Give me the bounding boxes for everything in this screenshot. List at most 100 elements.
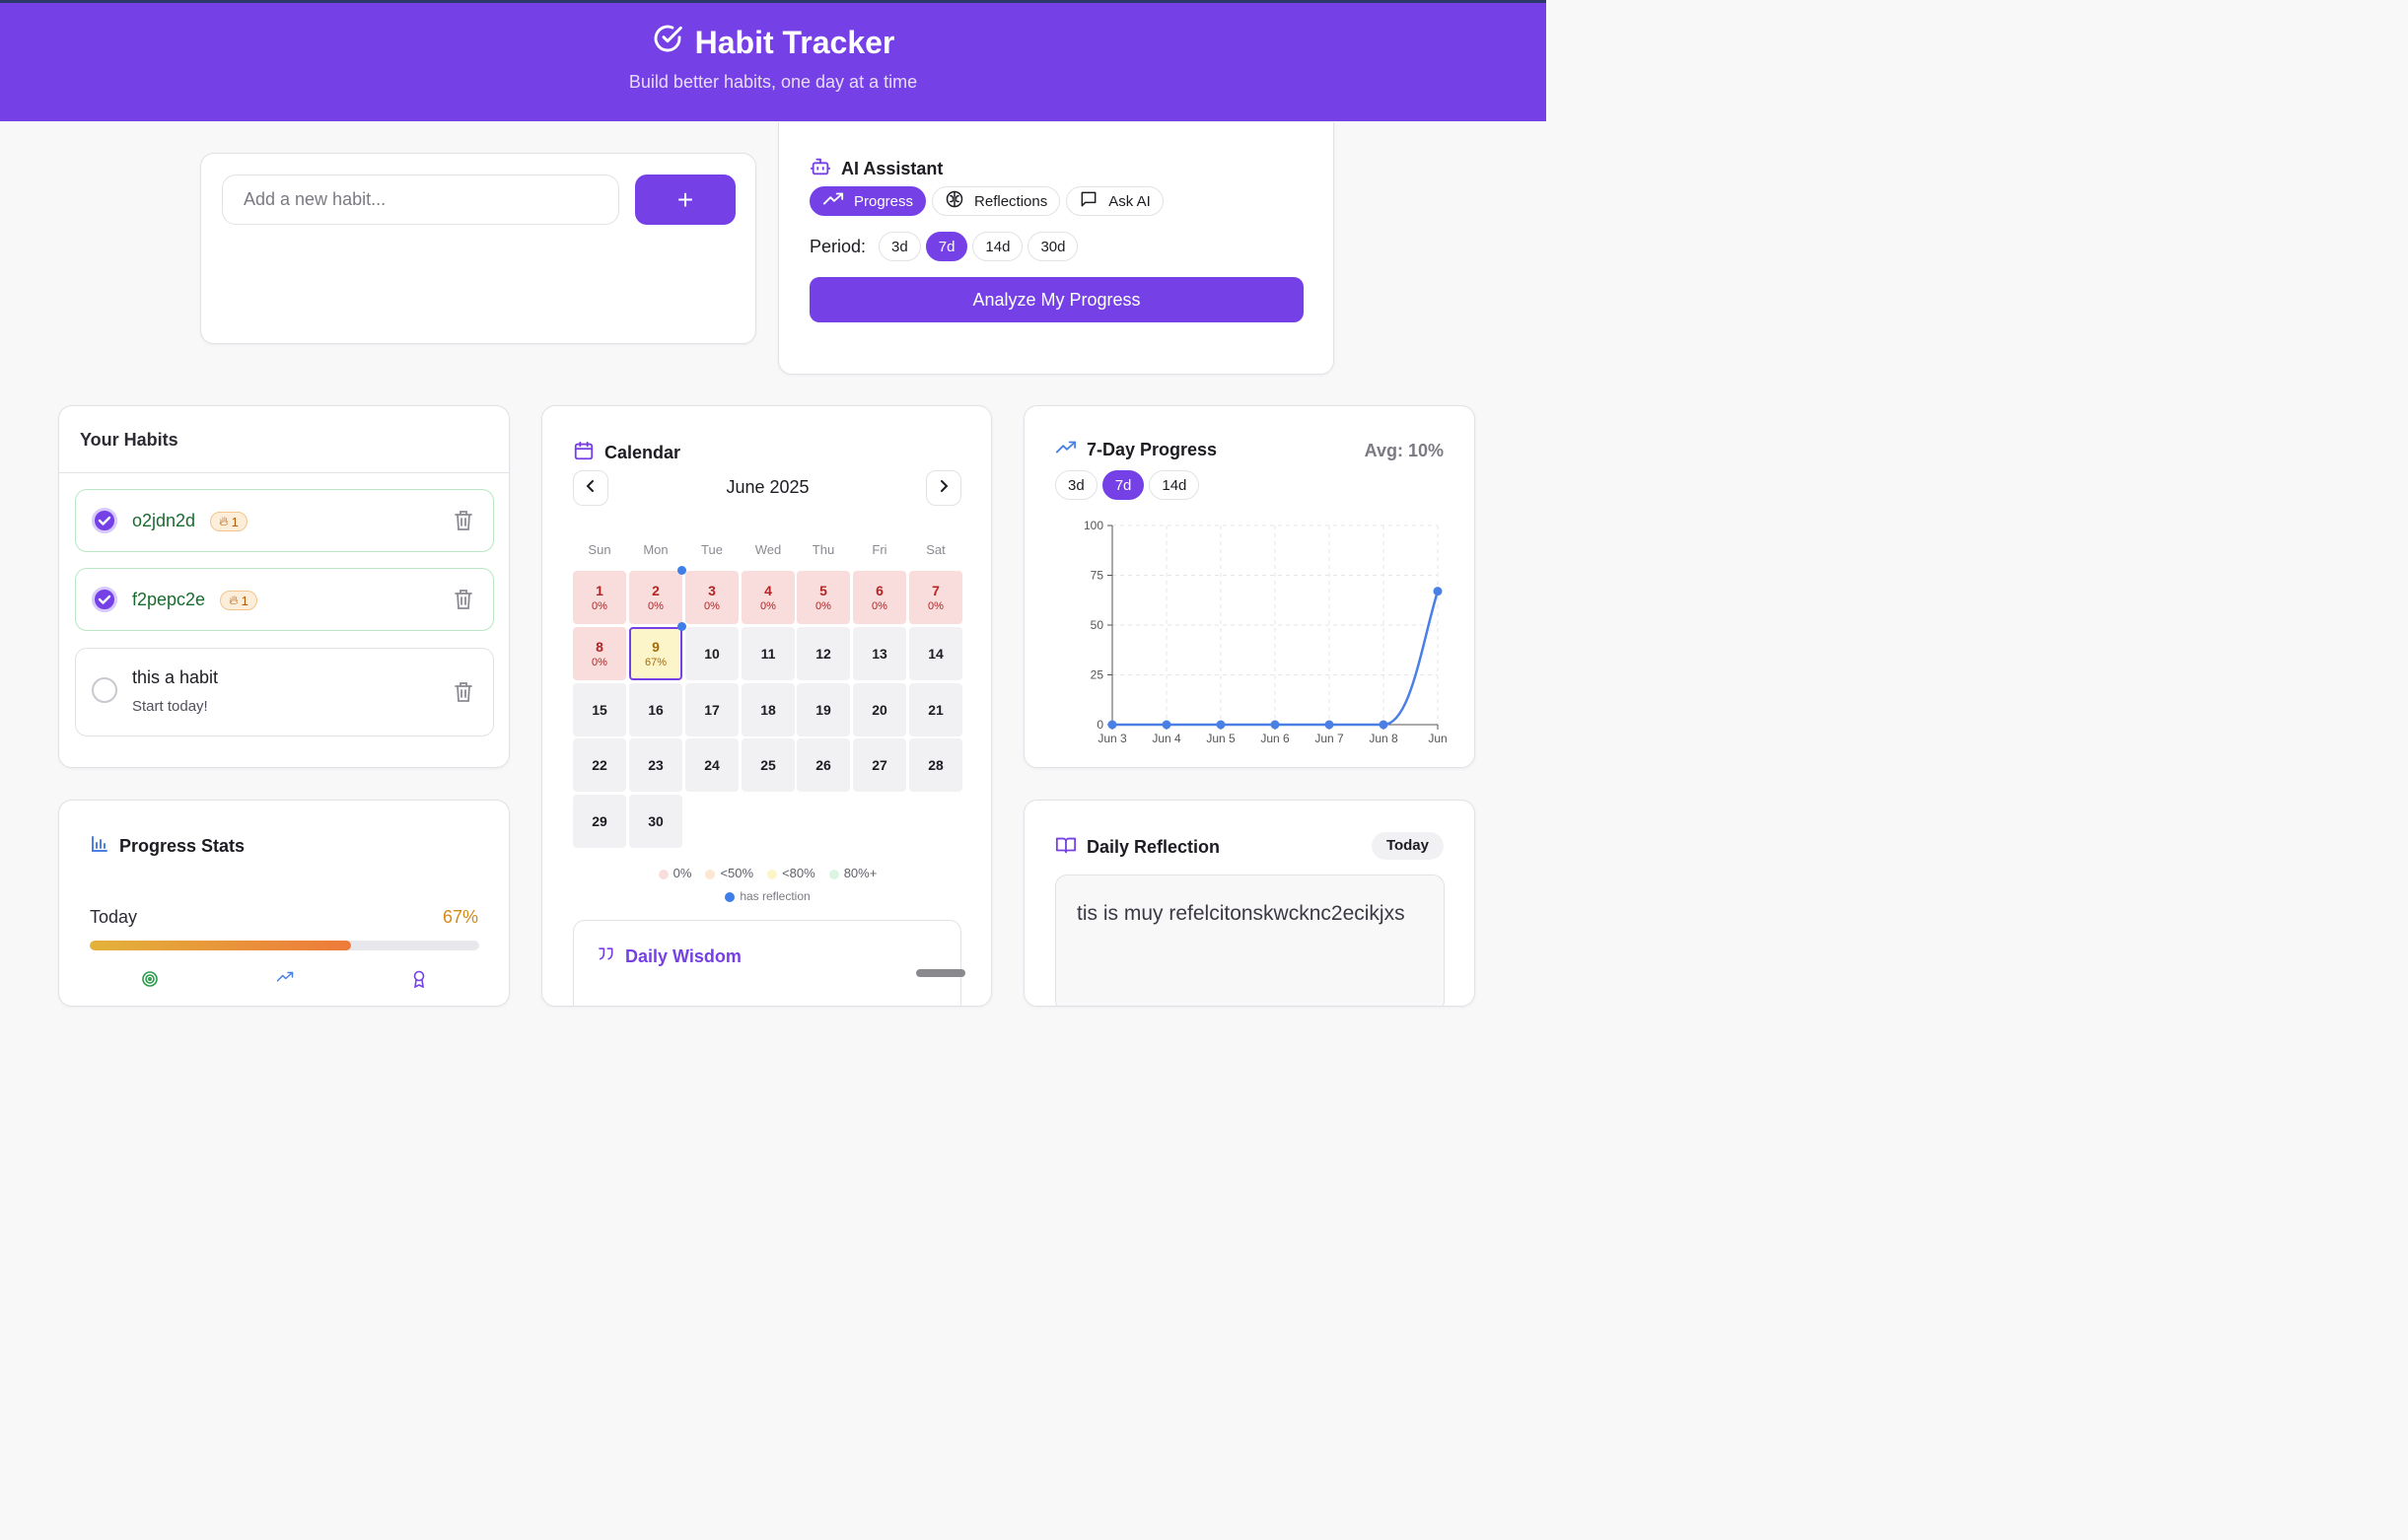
calendar-day[interactable]: 28 (909, 738, 962, 792)
y-tick-label: 100 (1084, 519, 1103, 532)
data-point (1379, 720, 1388, 730)
habit-item[interactable]: f2pepc2e 🔥︎ 1 (75, 568, 494, 631)
legend-item: 0% (658, 866, 692, 880)
daily-wisdom-title: Daily Wisdom (625, 946, 742, 966)
month-label: June 2025 (726, 477, 810, 497)
new-habit-input[interactable] (222, 175, 619, 225)
calendar-day[interactable]: 4 0% (742, 571, 795, 624)
ai-tabs: Progress Reflections Ask AI (810, 186, 1164, 216)
trash-icon[interactable] (454, 510, 473, 536)
day-number: 1 (596, 583, 603, 598)
ai-period-3d[interactable]: 3d (879, 232, 921, 261)
day-number: 4 (764, 583, 772, 598)
reflection-text[interactable]: tis is muy refelcitonskwcknc2ecikjxs (1055, 875, 1445, 1006)
streak-badge: 🔥︎ 1 (220, 591, 257, 611)
habit-name-row: f2pepc2e 🔥︎ 1 (132, 590, 257, 611)
calendar-day[interactable]: 8 0% (573, 627, 626, 680)
book-open-icon (1055, 835, 1077, 860)
award-icon (411, 970, 427, 993)
habit-name: f2pepc2e (132, 590, 206, 609)
calendar-day[interactable]: 27 (853, 738, 906, 792)
calendar-day[interactable]: 24 (685, 738, 739, 792)
chevron-right-icon (937, 479, 951, 498)
data-point (1270, 720, 1280, 730)
data-point (1107, 720, 1117, 730)
calendar-day[interactable]: 13 (853, 627, 906, 680)
calendar-day[interactable]: 11 (742, 627, 795, 680)
add-habit-button[interactable]: + (635, 175, 736, 225)
analyze-progress-button[interactable]: Analyze My Progress (810, 277, 1304, 322)
app-header: Habit Tracker Build better habits, one d… (0, 3, 1546, 121)
day-number: 13 (872, 646, 887, 662)
calendar-day[interactable]: 3 0% (685, 571, 739, 624)
calendar-day[interactable]: 17 (685, 683, 739, 736)
ai-period-14d[interactable]: 14d (972, 232, 1024, 261)
trash-icon[interactable] (454, 681, 473, 708)
daily-reflection-card: Daily Reflection Today tis is muy refelc… (1024, 800, 1475, 1007)
calendar-day[interactable]: 14 (909, 627, 962, 680)
calendar-day[interactable]: 15 (573, 683, 626, 736)
habit-item[interactable]: o2jdn2d 🔥︎ 1 (75, 489, 494, 552)
day-number: 12 (815, 646, 831, 662)
calendar-day[interactable]: 21 (909, 683, 962, 736)
calendar-day[interactable]: 30 (629, 795, 682, 848)
legend-label: <50% (720, 866, 754, 880)
day-percent: 0% (872, 600, 887, 612)
calendar-day[interactable]: 23 (629, 738, 682, 792)
tab-ask-ai[interactable]: Ask AI (1066, 186, 1164, 216)
streak-badge: 🔥︎ 1 (210, 512, 248, 532)
calendar-day[interactable]: 29 (573, 795, 626, 848)
day-number: 11 (760, 646, 776, 662)
habit-checkbox[interactable] (92, 587, 117, 612)
y-tick-label: 50 (1091, 618, 1104, 632)
day-number: 8 (596, 639, 603, 655)
calendar-day[interactable]: 10 (685, 627, 739, 680)
app-title: Habit Tracker (0, 23, 1546, 62)
habit-item[interactable]: this a habit Start today! (75, 648, 494, 736)
calendar-day[interactable]: 9 67% (629, 627, 682, 680)
day-number: 6 (876, 583, 884, 598)
day-number: 27 (872, 757, 887, 773)
habit-checkbox[interactable] (92, 677, 117, 703)
calendar-day[interactable]: 19 (797, 683, 850, 736)
calendar-day[interactable]: 12 (797, 627, 850, 680)
calendar-day[interactable]: 1 0% (573, 571, 626, 624)
y-tick-label: 25 (1091, 668, 1104, 682)
day-number: 21 (928, 702, 944, 718)
day-number: 20 (872, 702, 887, 718)
habit-checkbox[interactable] (92, 508, 117, 533)
calendar-day[interactable]: 6 0% (853, 571, 906, 624)
streak-count: 1 (231, 514, 239, 529)
habit-name: o2jdn2d (132, 511, 196, 530)
day-number: 26 (815, 757, 831, 773)
ai-period-7d[interactable]: 7d (925, 232, 968, 261)
day-number: 17 (704, 702, 720, 718)
tab-reflections[interactable]: Reflections (932, 186, 1061, 216)
next-month-button[interactable] (926, 470, 961, 506)
calendar-day[interactable]: 7 0% (909, 571, 962, 624)
scroll-handle[interactable] (916, 969, 965, 977)
calendar-day[interactable]: 20 (853, 683, 906, 736)
day-number: 14 (928, 646, 944, 662)
trend-up-icon (822, 191, 844, 211)
habits-card: Your Habits o2jdn2d 🔥︎ 1 f2pepc2e 🔥︎ 1 thi… (58, 405, 510, 768)
calendar-day[interactable]: 2 0% (629, 571, 682, 624)
calendar-day[interactable]: 5 0% (797, 571, 850, 624)
progress-line-chart: 0 25 50 75 100 Jun 3 Jun 4 Jun 5 Jun 6 Jun 7 Jun 8… (1084, 519, 1448, 745)
target-icon (141, 970, 159, 993)
day-number: 3 (708, 583, 716, 598)
calendar-day[interactable]: 22 (573, 738, 626, 792)
ai-assistant-header: AI Assistant (810, 156, 943, 182)
ai-period-30d[interactable]: 30d (1027, 232, 1079, 261)
calendar-day[interactable]: 18 (742, 683, 795, 736)
day-number: 2 (652, 583, 660, 598)
day-percent: 0% (760, 600, 776, 612)
calendar-day[interactable]: 26 (797, 738, 850, 792)
tab-reflections-label: Reflections (974, 192, 1048, 210)
trend-up-icon (276, 970, 294, 989)
tab-progress[interactable]: Progress (810, 186, 927, 216)
calendar-day[interactable]: 25 (742, 738, 795, 792)
calendar-day[interactable]: 16 (629, 683, 682, 736)
trash-icon[interactable] (454, 589, 473, 615)
legend-label: 0% (673, 866, 692, 880)
